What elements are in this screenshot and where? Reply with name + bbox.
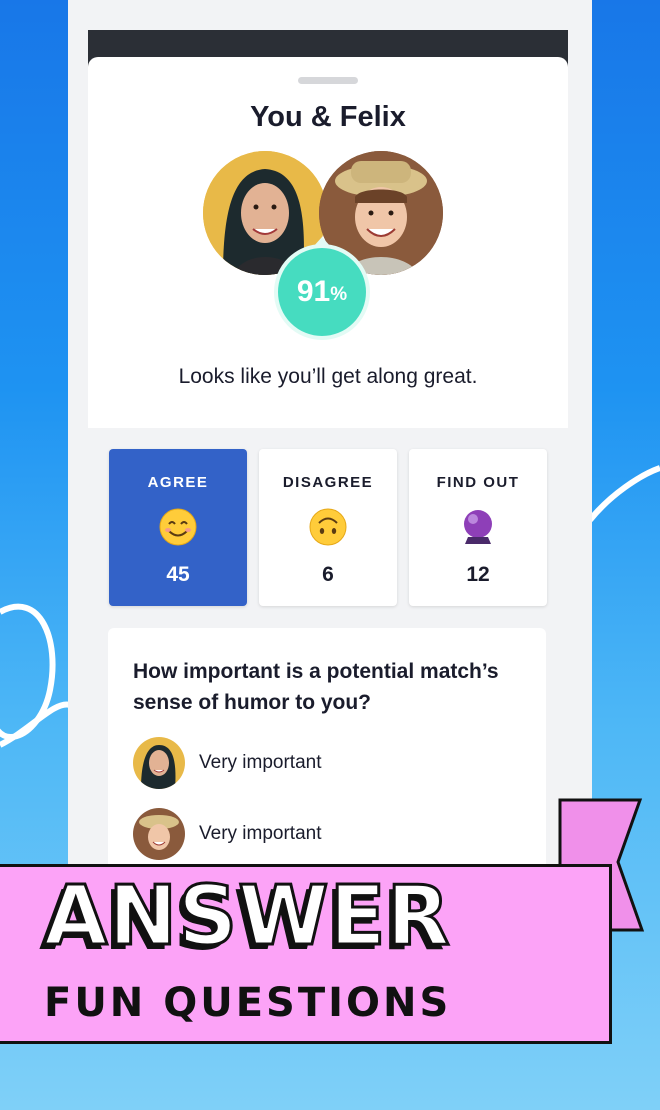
- promo-headline: ANSWER: [43, 869, 452, 964]
- promo-subline: FUN QUESTIONS: [44, 980, 452, 1026]
